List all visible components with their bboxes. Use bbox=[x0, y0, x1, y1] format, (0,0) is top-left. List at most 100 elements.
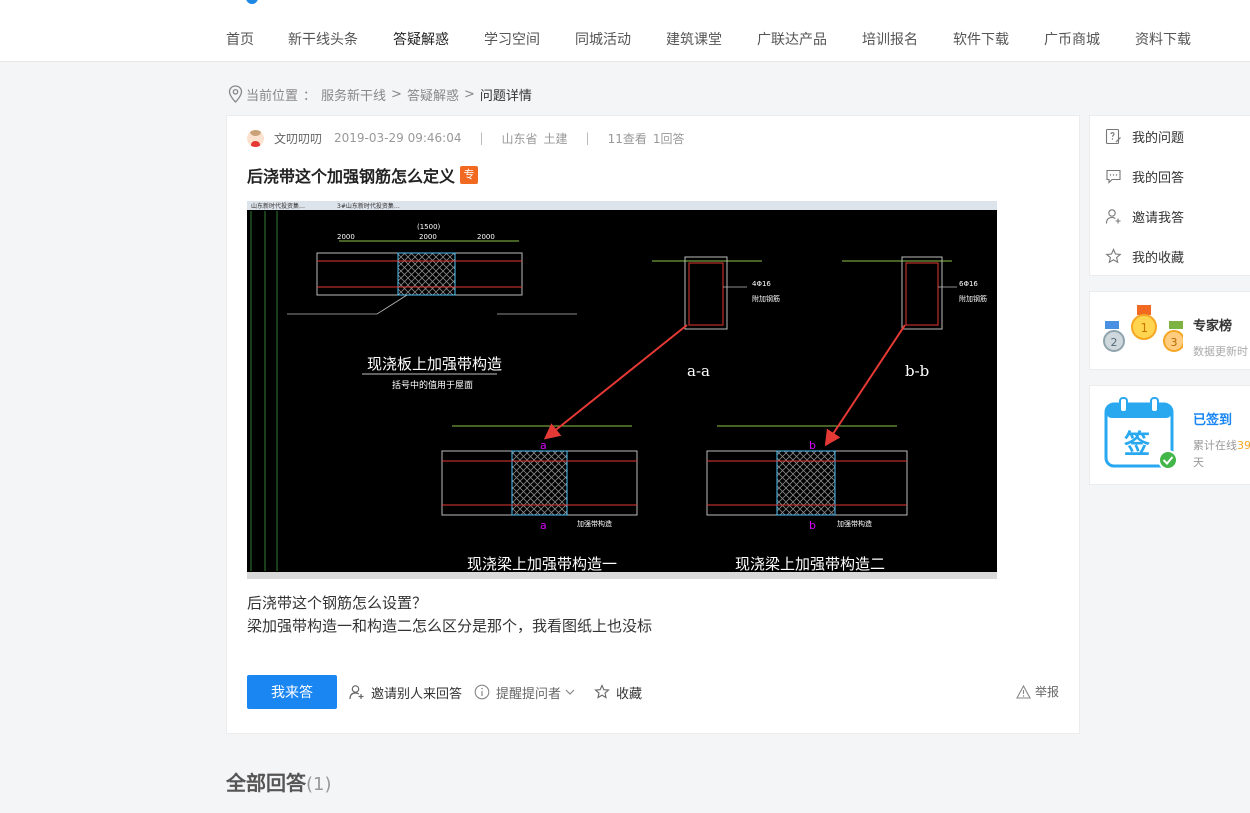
section-marker-b: b bbox=[809, 519, 816, 532]
question-body: 后浇带这个钢筋怎么设置？ 梁加强带构造一和构造二怎么区分是那个，我看图纸上也没标 bbox=[247, 592, 652, 638]
question-image[interactable]: 山东新时代投资集… 3#山东新时代投资集… (1500) 2000 2000 2… bbox=[247, 201, 997, 579]
calendar-sign-icon: 签 bbox=[1104, 397, 1178, 470]
all-answers-title: 全部回答 bbox=[226, 771, 306, 795]
sidebar-item-my-answers[interactable]: 我的回答 bbox=[1105, 167, 1184, 186]
label-beam-detail-1: 现浇梁上加强带构造一 bbox=[467, 555, 617, 573]
expert-ranking-subtitle: 数据更新时 bbox=[1193, 345, 1248, 358]
svg-text:2: 2 bbox=[1111, 336, 1118, 349]
sidebar-item-favorites[interactable]: 我的收藏 bbox=[1105, 247, 1184, 266]
nav-item-qa[interactable]: 答疑解惑 bbox=[393, 29, 449, 49]
rebar-note: 附加钢筋 bbox=[959, 294, 987, 303]
chevron-down-icon bbox=[565, 689, 575, 695]
sidebar-item-label: 我的回答 bbox=[1132, 171, 1185, 186]
label-section-aa: a-a bbox=[687, 362, 710, 380]
breadcrumb-link-service[interactable]: 服务新干线 bbox=[321, 85, 386, 104]
breadcrumb-label: 当前位置 bbox=[246, 88, 299, 104]
cad-layout-tabs bbox=[247, 572, 997, 579]
breadcrumb-separator: > bbox=[463, 86, 475, 102]
invite-user-icon bbox=[1105, 209, 1121, 224]
all-answers-heading: 全部回答(1) bbox=[226, 767, 332, 796]
top-navbar: 首页 新干线头条 答疑解惑 学习空间 同城活动 建筑课堂 广联达产品 培训报名 … bbox=[0, 0, 1250, 62]
nav-item-software[interactable]: 软件下载 bbox=[953, 29, 1009, 49]
label-slab-note: 括号中的值用于屋面 bbox=[392, 379, 473, 391]
nav-item-training[interactable]: 培训报名 bbox=[862, 29, 918, 49]
cad-tab-1[interactable]: 山东新时代投资集… bbox=[251, 202, 305, 210]
breadcrumb-separator: > bbox=[391, 86, 402, 102]
question-body-line: 梁加强带构造一和构造二怎么区分是那个，我看图纸上也没标 bbox=[247, 617, 653, 635]
nav-item-products[interactable]: 广联达产品 bbox=[757, 29, 827, 49]
breadcrumb-link-qa[interactable]: 答疑解惑 bbox=[407, 85, 459, 104]
dim-label: 2000 bbox=[477, 233, 495, 241]
question-meta: 文叨叨叨 2019-03-29 09:46:04 | 山东省 土建 | 11查看… bbox=[247, 128, 685, 148]
question-title-text: 后浇带这个加强钢筋怎么定义 bbox=[247, 167, 456, 186]
remind-asker-label: 提醒提问者 bbox=[496, 686, 562, 702]
expert-ranking-card[interactable]: 1 2 3 专家榜 数据更新时 bbox=[1089, 291, 1250, 370]
star-icon bbox=[1105, 248, 1122, 264]
view-count: 11查看 bbox=[607, 131, 647, 146]
dim-label: 2000 bbox=[337, 233, 355, 241]
category: 土建 bbox=[543, 131, 568, 146]
sidebar-item-label: 我的收藏 bbox=[1132, 251, 1185, 266]
logo[interactable] bbox=[246, 0, 258, 4]
sign-icon-text: 签 bbox=[1124, 429, 1151, 460]
region: 山东省 bbox=[501, 131, 538, 146]
avatar[interactable] bbox=[247, 129, 264, 147]
nav-item-home[interactable]: 首页 bbox=[226, 29, 254, 49]
section-marker-a: a bbox=[540, 439, 547, 452]
svg-text:3: 3 bbox=[1171, 336, 1178, 349]
all-answers-count: (1) bbox=[306, 774, 332, 795]
invite-user-icon bbox=[349, 685, 364, 700]
chat-bubble-icon bbox=[1106, 169, 1121, 184]
warning-icon bbox=[1016, 684, 1031, 699]
nav-item-study[interactable]: 学习空间 bbox=[484, 29, 540, 49]
rebar-note: 附加钢筋 bbox=[752, 294, 780, 303]
remind-asker-dropdown[interactable]: 提醒提问者 bbox=[474, 683, 582, 702]
favorite-label: 收藏 bbox=[616, 686, 643, 702]
star-icon bbox=[594, 684, 610, 699]
dim-label: (1500) bbox=[417, 223, 441, 231]
answer-button[interactable]: 我来答 bbox=[247, 675, 337, 709]
section-marker-a: a bbox=[540, 519, 547, 532]
breadcrumb-colon: ： bbox=[303, 88, 317, 104]
question-card: 文叨叨叨 2019-03-29 09:46:04 | 山东省 土建 | 11查看… bbox=[226, 115, 1080, 734]
invite-answer-label: 邀请别人来回答 bbox=[371, 686, 463, 702]
beam-note: 加强带构造 bbox=[577, 519, 612, 528]
breadcrumb: 当前位置 ： 服务新干线 > 答疑解惑 > 问题详情 bbox=[228, 84, 532, 104]
cad-drawing: 山东新时代投资集… 3#山东新时代投资集… (1500) 2000 2000 2… bbox=[250, 202, 987, 573]
rebar-note: 4Φ16 bbox=[752, 280, 771, 288]
nav-item-mall[interactable]: 广币商城 bbox=[1044, 29, 1100, 49]
favorite-button[interactable]: 收藏 bbox=[594, 683, 642, 702]
rebar-note: 6Φ16 bbox=[959, 280, 978, 288]
location-pin-icon bbox=[228, 85, 243, 103]
sidebar-item-label: 我的问题 bbox=[1132, 131, 1185, 146]
author-name[interactable]: 文叨叨叨 bbox=[274, 130, 322, 147]
nav-item-classroom[interactable]: 建筑课堂 bbox=[666, 29, 722, 49]
invite-answer-button[interactable]: 邀请别人来回答 bbox=[349, 683, 462, 702]
answer-count: 1回答 bbox=[652, 131, 685, 146]
question-body-line: 后浇带这个钢筋怎么设置？ bbox=[247, 594, 428, 612]
report-button[interactable]: 举报 bbox=[1016, 683, 1059, 700]
sidebar-item-invited[interactable]: 邀请我答 bbox=[1105, 207, 1184, 226]
expert-tag-badge: 专 bbox=[460, 166, 479, 184]
info-icon bbox=[474, 684, 490, 700]
nav-item-headlines[interactable]: 新干线头条 bbox=[288, 29, 358, 49]
report-label: 举报 bbox=[1034, 685, 1059, 699]
question-title: 后浇带这个加强钢筋怎么定义 专 bbox=[247, 163, 479, 187]
section-marker-b: b bbox=[809, 439, 816, 452]
sidebar-item-label: 邀请我答 bbox=[1132, 211, 1185, 226]
label-beam-detail-2: 现浇梁上加强带构造二 bbox=[735, 555, 885, 573]
nav-item-downloads[interactable]: 资料下载 bbox=[1135, 29, 1191, 49]
sidebar-item-my-questions[interactable]: 我的问题 bbox=[1105, 127, 1184, 146]
post-time: 2019-03-29 09:46:04 bbox=[334, 131, 462, 145]
sidebar-menu: 我的问题 我的回答 邀请我答 我的收藏 bbox=[1089, 115, 1250, 276]
sign-in-card[interactable]: 签 已签到 累计在线39 天 bbox=[1089, 385, 1250, 485]
nav-item-local-events[interactable]: 同城活动 bbox=[575, 29, 631, 49]
question-edit-icon bbox=[1105, 128, 1121, 145]
sign-in-status: 已签到 bbox=[1193, 413, 1233, 428]
expert-ranking-title: 专家榜 bbox=[1193, 319, 1233, 334]
cad-tab-2[interactable]: 3#山东新时代投资集… bbox=[337, 202, 400, 210]
question-actions: 我来答 邀请别人来回答 提醒提问者 收藏 bbox=[247, 675, 642, 709]
svg-text:1: 1 bbox=[1141, 321, 1149, 335]
medals-icon: 1 2 3 bbox=[1103, 305, 1183, 352]
label-section-bb: b-b bbox=[905, 362, 929, 380]
